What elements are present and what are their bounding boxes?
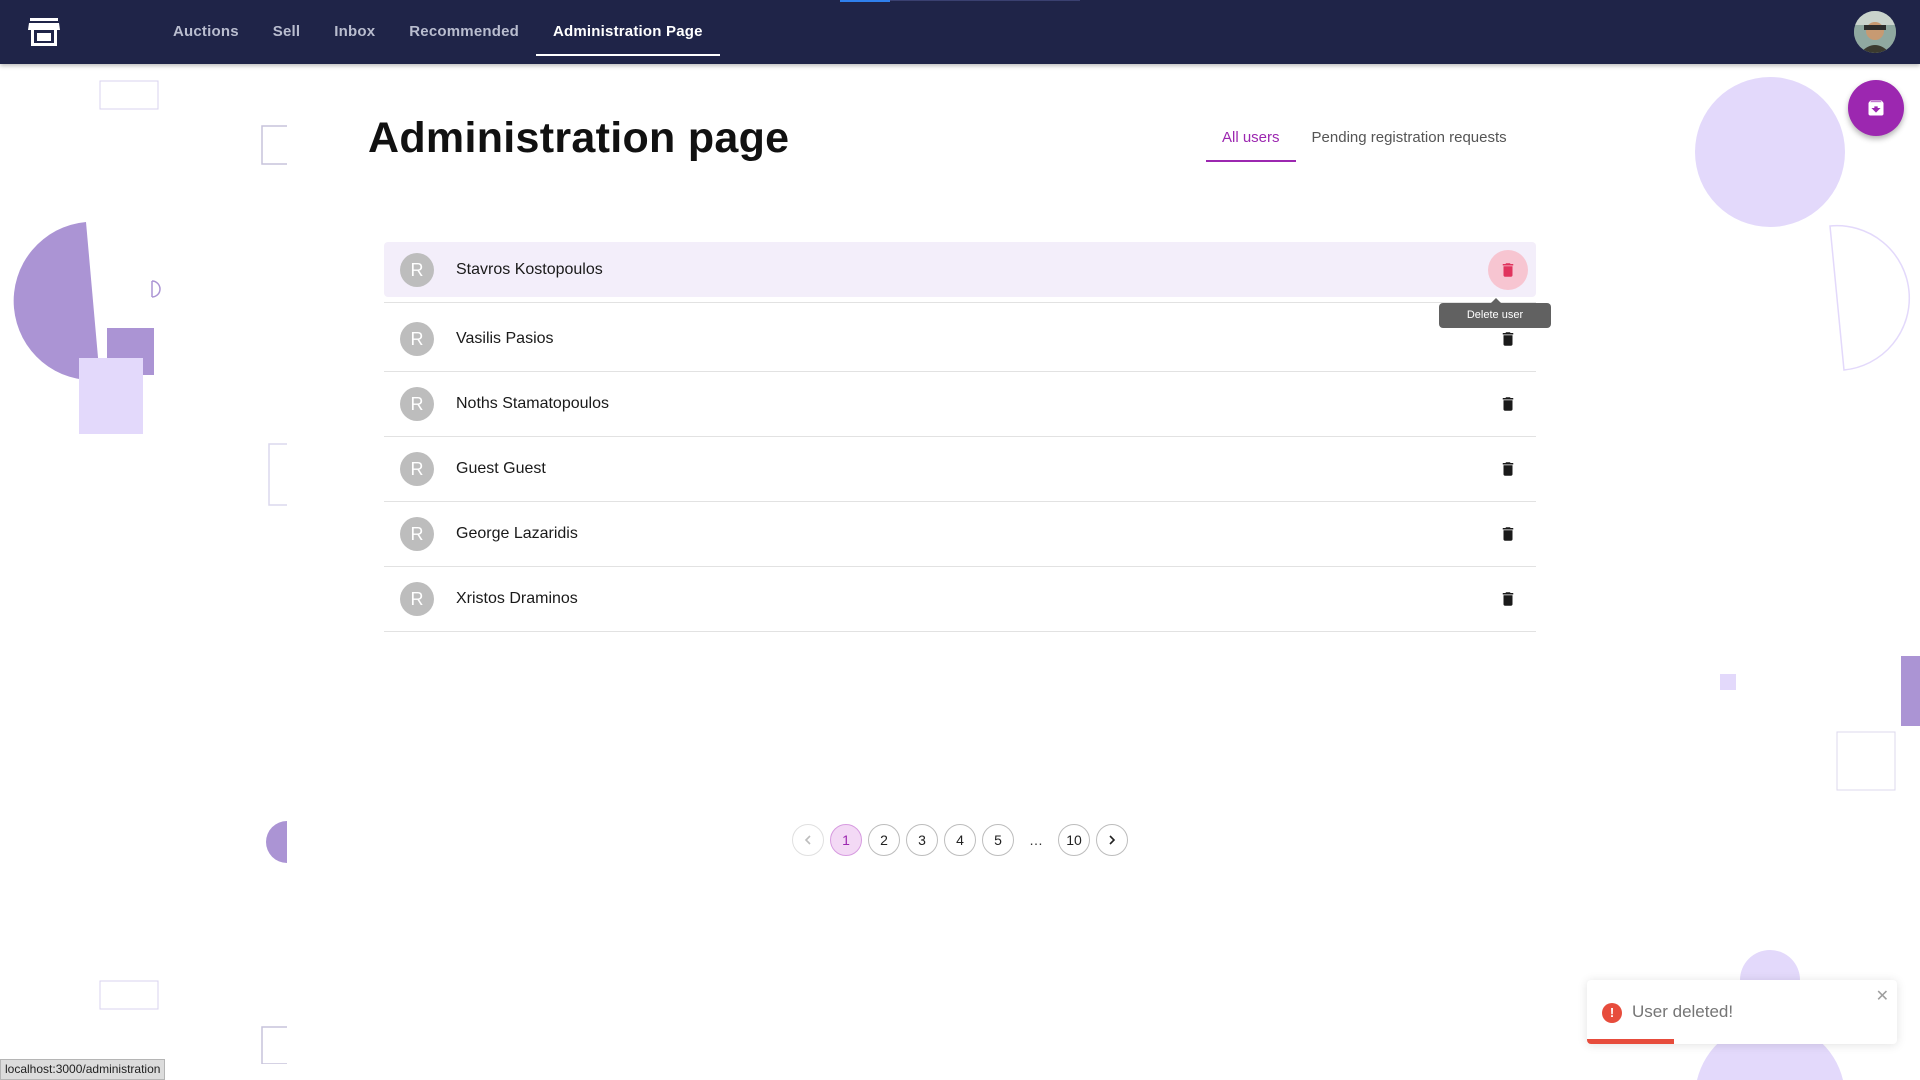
right-decorative-shapes: [1695, 77, 1920, 1080]
avatar: R: [400, 582, 434, 616]
avatar: R: [400, 452, 434, 486]
loading-progress-bar: [840, 0, 890, 2]
pagination: 1 2 3 4 5 … 10: [792, 824, 1134, 856]
archive-download-icon: [1868, 100, 1884, 116]
toast-message: User deleted!: [1632, 1002, 1734, 1021]
user-row[interactable]: R Noths Stamatopoulos: [384, 372, 1536, 437]
tab-all-users[interactable]: All users: [1206, 116, 1296, 162]
left-decorative-shapes: [13, 80, 287, 1064]
trash-icon: [1502, 262, 1514, 277]
page-button[interactable]: 1: [830, 824, 862, 856]
nav-link-administration[interactable]: Administration Page: [536, 0, 720, 64]
trash-icon: [1502, 527, 1514, 541]
archive-fab-button[interactable]: [1848, 80, 1904, 136]
user-row[interactable]: R Vasilis Pasios: [384, 307, 1536, 372]
trash-icon: [1502, 462, 1514, 476]
pagination-ellipsis: …: [1029, 832, 1043, 848]
delete-user-button[interactable]: [1488, 514, 1528, 554]
user-name: Noths Stamatopoulos: [456, 395, 609, 412]
chevron-left-icon: [804, 835, 811, 845]
last-page-button[interactable]: 10: [1058, 824, 1090, 856]
user-name: Xristos Draminos: [456, 590, 578, 607]
toast-progress-bar: [1587, 1039, 1674, 1044]
error-icon: !: [1602, 1003, 1622, 1023]
close-icon[interactable]: ✕: [1876, 986, 1889, 1006]
delete-user-button[interactable]: [1488, 384, 1528, 424]
page-button[interactable]: 3: [906, 824, 938, 856]
delete-user-button[interactable]: [1488, 249, 1528, 290]
user-name: Vasilis Pasios: [456, 330, 554, 347]
user-row[interactable]: R Xristos Draminos: [384, 567, 1536, 632]
toast-notification: ! User deleted! ✕: [1587, 980, 1897, 1044]
user-avatar[interactable]: [1854, 11, 1896, 53]
tab-pending-registration-requests[interactable]: Pending registration requests: [1296, 116, 1523, 162]
user-row[interactable]: R George Lazaridis: [384, 502, 1536, 567]
delete-user-button[interactable]: [1488, 579, 1528, 619]
nav-links: Auctions Sell Inbox Recommended Administ…: [156, 0, 720, 64]
nav-link-inbox[interactable]: Inbox: [317, 0, 392, 64]
page-button[interactable]: 5: [982, 824, 1014, 856]
user-name: Stavros Kostopoulos: [456, 260, 603, 278]
page-button[interactable]: 4: [944, 824, 976, 856]
user-tabs: All users Pending registration requests: [1206, 116, 1523, 162]
top-navbar: Auctions Sell Inbox Recommended Administ…: [0, 0, 1920, 64]
nav-link-sell[interactable]: Sell: [256, 0, 317, 64]
page-title: Administration page: [368, 114, 790, 162]
nav-link-auctions[interactable]: Auctions: [156, 0, 256, 64]
delete-user-button[interactable]: [1488, 449, 1528, 489]
trash-icon: [1502, 592, 1514, 606]
nav-link-recommended[interactable]: Recommended: [392, 0, 536, 64]
trash-icon: [1502, 332, 1514, 346]
user-row[interactable]: R Guest Guest: [384, 437, 1536, 502]
avatar: R: [400, 322, 434, 356]
previous-page-button[interactable]: [792, 824, 824, 856]
delete-user-tooltip: Delete user: [1439, 298, 1551, 328]
storefront-icon[interactable]: [26, 14, 62, 50]
chevron-right-icon: [1109, 835, 1116, 845]
user-name: George Lazaridis: [456, 525, 578, 542]
user-row[interactable]: R Stavros Kostopoulos: [384, 242, 1536, 303]
page-button[interactable]: 2: [868, 824, 900, 856]
browser-status-url: localhost:3000/administration: [0, 1059, 166, 1080]
avatar: R: [400, 252, 434, 287]
loading-progress-track: [890, 0, 1080, 1]
user-list: R Stavros Kostopoulos R Vasilis Pasios R…: [384, 242, 1536, 632]
next-page-button[interactable]: [1096, 824, 1128, 856]
avatar: R: [400, 517, 434, 551]
user-name: Guest Guest: [456, 460, 546, 477]
avatar: R: [400, 387, 434, 421]
trash-icon: [1502, 397, 1514, 411]
